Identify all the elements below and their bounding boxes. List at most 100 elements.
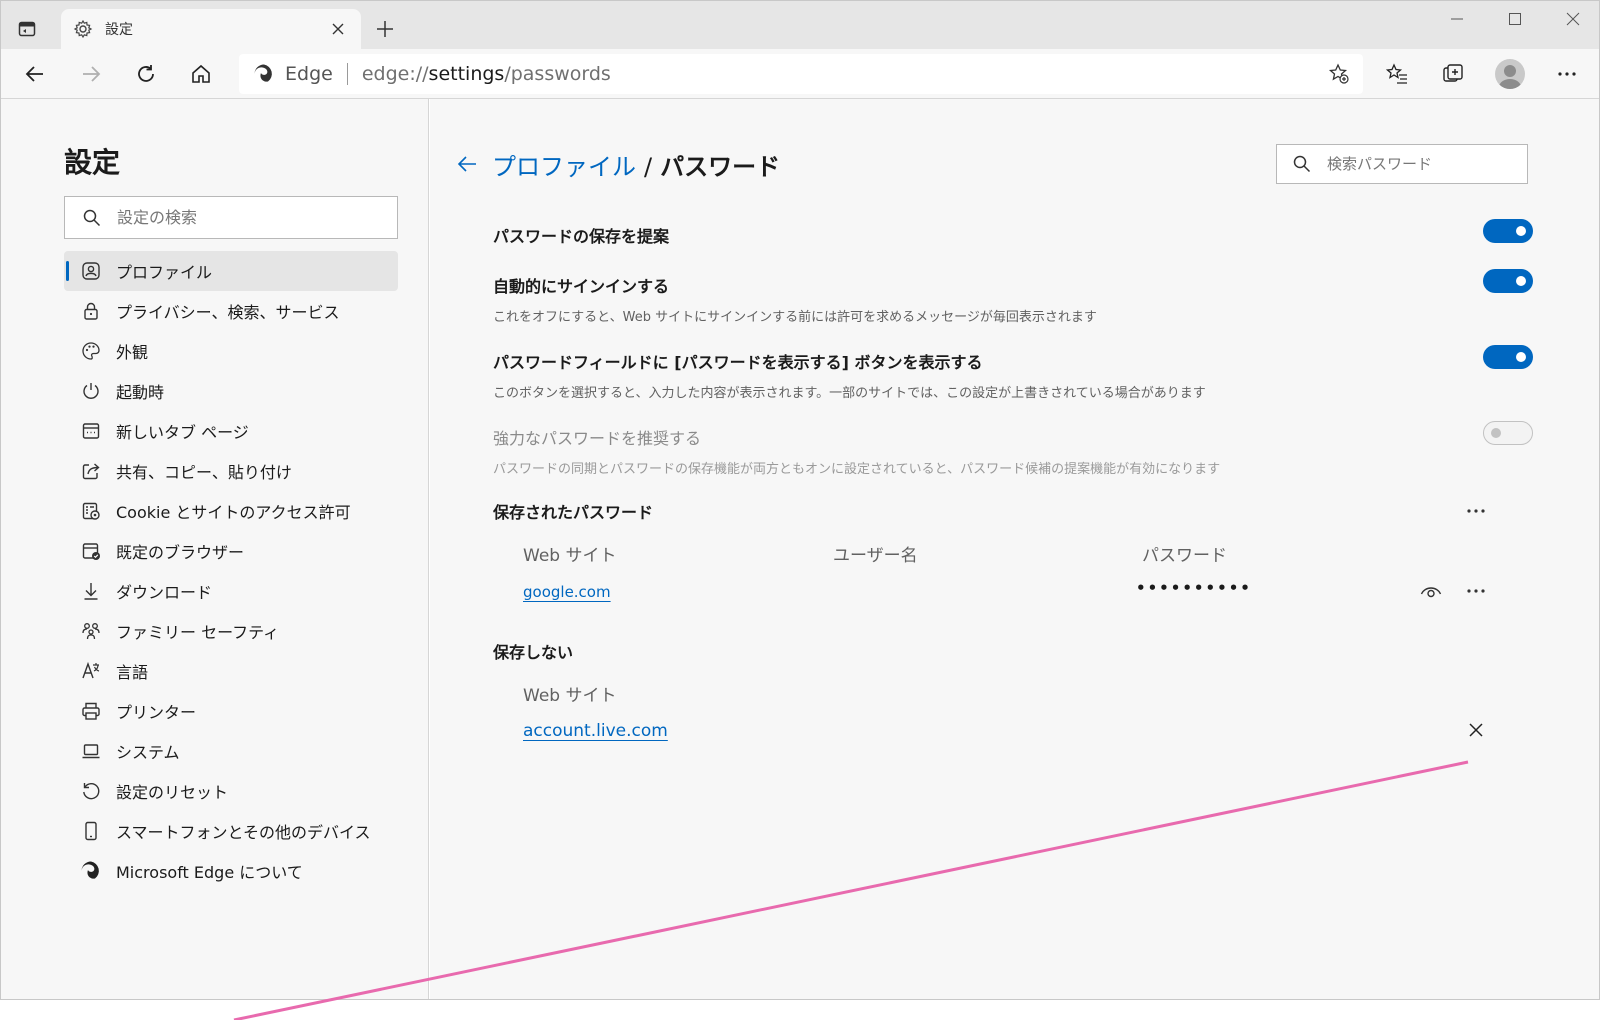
password-search-input[interactable] [1327, 155, 1507, 173]
site-permissions-icon [80, 500, 102, 522]
setting-title: 強力なパスワードを推奨する [493, 429, 702, 448]
refresh-icon[interactable] [128, 56, 164, 92]
forward-icon[interactable] [73, 56, 109, 92]
breadcrumb-separator: / [644, 153, 653, 181]
sidebar-item-label: ファミリー セーフティ [116, 623, 280, 642]
avatar[interactable] [1495, 59, 1525, 89]
edge-logo-icon [80, 860, 102, 882]
new-tab-icon[interactable] [371, 15, 399, 43]
setting-description: このボタンを選択すると、入力した内容が表示されます。一部のサイトでは、この設定が… [493, 386, 1206, 401]
breadcrumb-profile-link[interactable]: プロファイル [492, 153, 636, 181]
sidebar-item-label: ダウンロード [116, 583, 213, 602]
profile-icon [80, 260, 102, 282]
saved-password-value: •••••••••• [1136, 579, 1252, 597]
setting-description: これをオフにすると、Web サイトにサインインする前には許可を求めるメッセージが… [493, 310, 1097, 325]
close-icon[interactable] [1461, 715, 1491, 745]
eye-icon[interactable] [1416, 576, 1446, 606]
sidebar-item-family[interactable]: ファミリー セーフティ [64, 611, 398, 651]
back-arrow-icon[interactable] [452, 149, 482, 179]
minimize-icon[interactable] [1431, 5, 1483, 33]
tab-settings[interactable]: 設定 [61, 9, 361, 49]
column-password: パスワード [1142, 546, 1227, 566]
sidebar-item-cookies[interactable]: Cookie とサイトのアクセス許可 [64, 491, 398, 531]
toggle-reveal-button[interactable] [1483, 345, 1533, 369]
password-search[interactable] [1276, 144, 1528, 184]
never-saved-heading: 保存しない [493, 643, 574, 662]
collections-icon[interactable] [1435, 56, 1471, 92]
sidebar-item-label: 外観 [116, 343, 149, 362]
toolbar: Edge edge://settings/passwords [1, 49, 1599, 99]
saved-passwords-heading: 保存されたパスワード [493, 503, 654, 522]
toggle-strong-password [1483, 421, 1533, 445]
toggle-offer-save[interactable] [1483, 219, 1533, 243]
sidebar-item-label: 共有、コピー、貼り付け [116, 463, 292, 482]
breadcrumb: プロファイル / パスワード [492, 147, 780, 182]
sidebar-item-label: プロファイル [116, 263, 213, 282]
address-url[interactable]: edge://settings/passwords [362, 63, 611, 85]
laptop-icon [80, 740, 102, 762]
sidebar-item-about[interactable]: Microsoft Edge について [64, 851, 398, 891]
column-username: ユーザー名 [833, 546, 918, 566]
sidebar-item-share[interactable]: 共有、コピー、貼り付け [64, 451, 398, 491]
power-icon [80, 380, 102, 402]
column-website: Web サイト [523, 686, 617, 706]
close-window-icon[interactable] [1547, 5, 1599, 33]
address-bar[interactable]: Edge edge://settings/passwords [239, 54, 1363, 94]
palette-icon [80, 340, 102, 362]
family-icon [80, 620, 102, 642]
address-separator [346, 63, 348, 85]
setting-offer-save: パスワードの保存を提案 [493, 219, 1533, 247]
settings-search-input[interactable] [117, 208, 357, 227]
sidebar-item-appearance[interactable]: 外観 [64, 331, 398, 371]
sidebar-item-new-tab-page[interactable]: 新しいタブ ページ [64, 411, 398, 451]
sidebar-title: 設定 [64, 146, 121, 179]
sidebar-item-label: プライバシー、検索、サービス [116, 303, 340, 322]
favorites-icon[interactable] [1379, 56, 1415, 92]
sidebar-item-profile[interactable]: プロファイル [64, 251, 398, 291]
sidebar-item-label: 新しいタブ ページ [116, 423, 249, 442]
row-more-icon[interactable] [1461, 576, 1491, 606]
sidebar-item-startup[interactable]: 起動時 [64, 371, 398, 411]
close-tab-icon[interactable] [327, 18, 349, 40]
edge-logo-icon [253, 63, 275, 85]
sidebar-item-system[interactable]: システム [64, 731, 398, 771]
browser-window: 設定 Edge edge://settings/passwords 設定 設定の… [0, 0, 1600, 1000]
search-icon [83, 209, 101, 227]
tab-actions-icon[interactable] [13, 15, 41, 43]
setting-strong-password: 強力なパスワードを推奨する パスワードの同期とパスワードの保存機能が両方ともオン… [493, 421, 1533, 477]
phone-icon [80, 820, 102, 842]
add-favorite-icon[interactable] [1325, 60, 1353, 88]
language-icon [80, 660, 102, 682]
sidebar-item-downloads[interactable]: ダウンロード [64, 571, 398, 611]
setting-description: パスワードの同期とパスワードの保存機能が両方ともオンに設定されていると、パスワー… [493, 462, 1221, 477]
gear-icon [73, 19, 93, 39]
tab-title: 設定 [105, 22, 133, 38]
back-icon[interactable] [17, 56, 53, 92]
setting-title: パスワードフィールドに [パスワードを表示する] ボタンを表示する [493, 353, 983, 372]
settings-search[interactable] [64, 196, 398, 239]
default-browser-icon [80, 540, 102, 562]
new-tab-page-icon [80, 420, 102, 442]
maximize-icon[interactable] [1489, 5, 1541, 33]
saved-more-icon[interactable] [1461, 496, 1491, 526]
download-icon [80, 580, 102, 602]
sidebar-item-label: システム [116, 743, 180, 762]
setting-auto-signin: 自動的にサインインする これをオフにすると、Web サイトにサインインする前には… [493, 269, 1533, 325]
sidebar-item-reset[interactable]: 設定のリセット [64, 771, 398, 811]
never-saved-site-link[interactable]: account.live.com [523, 721, 668, 741]
sidebar-item-default-browser[interactable]: 既定のブラウザー [64, 531, 398, 571]
sidebar-item-languages[interactable]: 言語 [64, 651, 398, 691]
sidebar-item-label: 起動時 [116, 383, 165, 402]
home-icon[interactable] [183, 56, 219, 92]
tab-strip: 設定 [1, 1, 1599, 49]
share-icon [80, 460, 102, 482]
search-icon [1293, 155, 1311, 173]
sidebar-item-printers[interactable]: プリンター [64, 691, 398, 731]
more-menu-icon[interactable] [1549, 56, 1585, 92]
toggle-auto-signin[interactable] [1483, 269, 1533, 293]
sidebar-item-phone[interactable]: スマートフォンとその他のデバイス [64, 811, 398, 851]
sidebar-item-label: 設定のリセット [116, 783, 229, 802]
sidebar-item-privacy[interactable]: プライバシー、検索、サービス [64, 291, 398, 331]
setting-title: 自動的にサインインする [493, 277, 670, 296]
saved-site-link[interactable]: google.com [523, 583, 611, 601]
